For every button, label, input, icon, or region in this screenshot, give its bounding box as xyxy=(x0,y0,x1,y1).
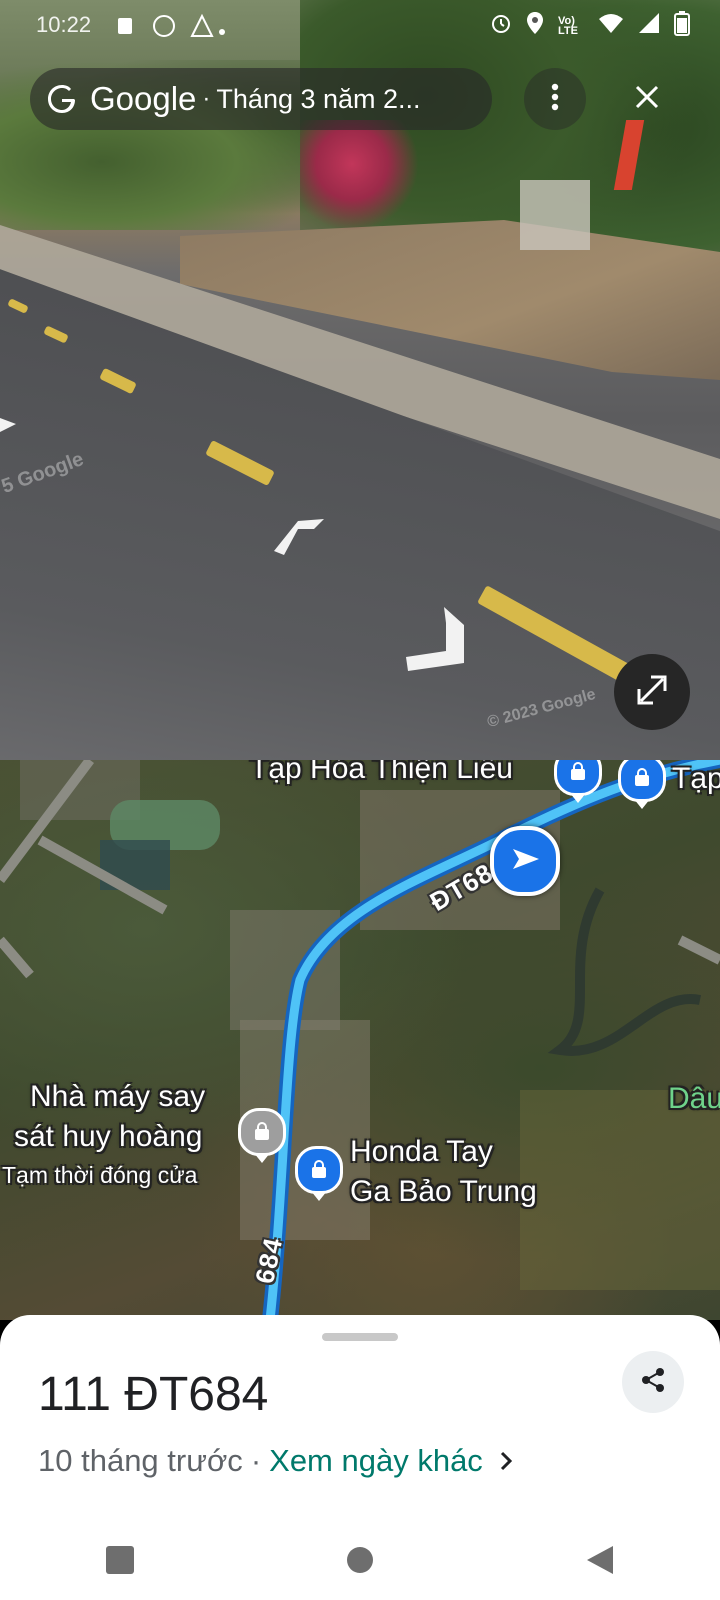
poi-label[interactable]: Nhà máy say xyxy=(30,1080,205,1114)
more-options-button[interactable] xyxy=(524,68,586,130)
shopping-pin-icon[interactable] xyxy=(618,760,666,802)
flower-bush xyxy=(300,120,430,230)
alarm-icon xyxy=(490,12,512,40)
brand-label: Google xyxy=(90,80,197,117)
poi-label[interactable]: Tạp xyxy=(672,762,720,796)
poi-label[interactable]: Honda Tay xyxy=(350,1135,493,1169)
capture-date: Tháng 3 năm 2... xyxy=(216,83,421,114)
close-button[interactable] xyxy=(616,68,678,130)
poi-label[interactable]: Ga Bảo Trung xyxy=(350,1175,537,1209)
poi-label[interactable]: Dâu xyxy=(668,1082,720,1116)
notification-icons xyxy=(118,13,228,44)
share-icon xyxy=(639,1366,667,1399)
info-separator: · xyxy=(250,1443,262,1478)
system-navigation-bar xyxy=(0,1525,720,1600)
street-view-panorama[interactable]: 5 Google © 2023 Google 10:22 Vo) LTE Goo… xyxy=(0,0,720,760)
google-g-icon xyxy=(44,81,80,117)
poi-label[interactable]: Tạp Hóa Thiện Liễu xyxy=(250,760,513,786)
home-button[interactable] xyxy=(330,1533,390,1593)
satellite-map[interactable]: ĐT68 684 Tạp Hóa Thiện Liễu Tạp Nhà máy … xyxy=(0,760,720,1320)
location-icon xyxy=(526,11,544,41)
expand-icon xyxy=(633,671,671,714)
capture-age: 10 tháng trước xyxy=(38,1443,243,1478)
current-position-marker xyxy=(490,826,560,896)
fullscreen-button[interactable] xyxy=(614,654,690,730)
battery-icon xyxy=(674,10,690,42)
status-time: 10:22 xyxy=(36,12,92,37)
status-bar: 10:22 Vo) LTE xyxy=(0,0,720,50)
capture-info: 10 tháng trước · Xem ngày khác xyxy=(38,1443,513,1479)
share-button[interactable] xyxy=(622,1351,684,1413)
wifi-icon xyxy=(598,12,624,40)
shopping-pin-icon[interactable] xyxy=(295,1146,343,1194)
volte-icon: Vo) LTE xyxy=(558,15,578,37)
close-icon xyxy=(634,84,660,115)
street-view-title-pill[interactable]: Google · Tháng 3 năm 2... xyxy=(30,68,492,130)
place-title: 111 ĐT684 xyxy=(38,1368,269,1421)
poi-status: Tạm thời đóng cửa xyxy=(2,1162,198,1188)
title-separator: · xyxy=(202,85,211,112)
navigate-forward-arrow[interactable] xyxy=(270,515,330,565)
shopping-pin-icon[interactable] xyxy=(238,1108,286,1156)
map-features xyxy=(0,760,720,1320)
other-dates-link[interactable]: Xem ngày khác xyxy=(269,1443,483,1479)
navigate-left-arrow[interactable] xyxy=(0,410,20,445)
square-icon xyxy=(105,1545,135,1580)
chevron-right-icon[interactable] xyxy=(499,1450,513,1472)
navigate-back-arrow[interactable] xyxy=(400,605,470,682)
signal-icon xyxy=(638,12,660,40)
place-bottom-sheet[interactable]: 111 ĐT684 10 tháng trước · Xem ngày khác xyxy=(0,1315,720,1600)
recents-button[interactable] xyxy=(90,1533,150,1593)
poi-label[interactable]: sát huy hoàng xyxy=(14,1120,202,1154)
back-button[interactable] xyxy=(570,1533,630,1593)
more-vert-icon xyxy=(551,83,559,116)
drag-handle[interactable] xyxy=(322,1333,398,1341)
gate xyxy=(520,180,590,250)
shopping-pin-icon[interactable] xyxy=(554,760,602,796)
triangle-back-icon xyxy=(585,1545,615,1580)
navigation-arrow-icon xyxy=(509,843,541,880)
status-icons: Vo) LTE xyxy=(490,10,690,42)
circle-icon xyxy=(345,1545,375,1580)
